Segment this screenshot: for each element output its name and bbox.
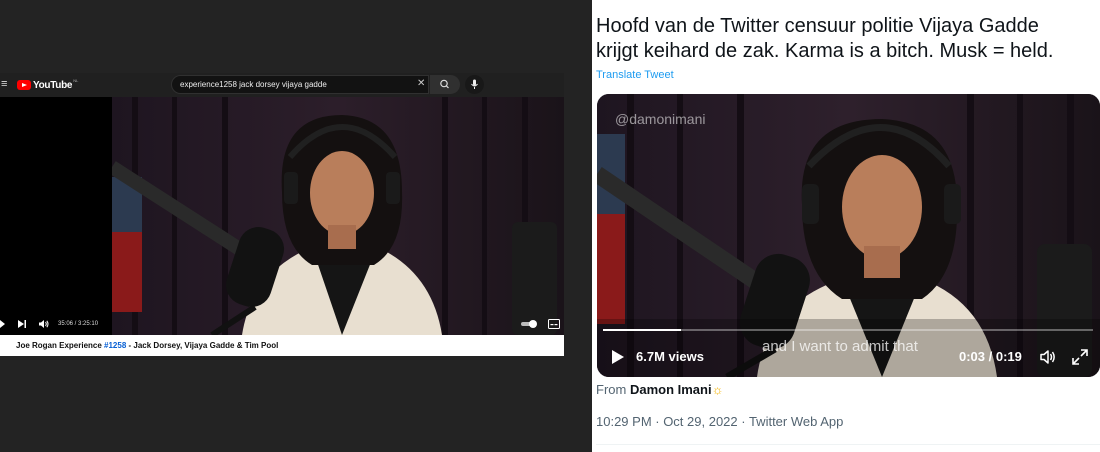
clear-search-icon[interactable]: ✕ bbox=[417, 78, 425, 90]
video-view-count: 6.7M views bbox=[636, 349, 704, 364]
video-title-suffix: - Jack Dorsey, Vijaya Gadde & Tim Pool bbox=[126, 341, 279, 350]
video-frame-image bbox=[597, 94, 1100, 377]
youtube-play-logo-icon bbox=[17, 80, 31, 90]
volume-icon[interactable] bbox=[1039, 348, 1057, 366]
tweet-body: Hoofd van de Twitter censuur politie Vij… bbox=[596, 14, 1096, 64]
youtube-logo-text: YouTube bbox=[33, 79, 73, 91]
youtube-screenshot: ≡ YouTube NL experience1258 jack dorsey … bbox=[0, 0, 592, 452]
hamburger-menu-icon[interactable]: ≡ bbox=[1, 77, 7, 91]
autoplay-toggle-icon[interactable] bbox=[520, 319, 540, 329]
youtube-video-player[interactable] bbox=[0, 97, 564, 335]
search-input[interactable]: experience1258 jack dorsey vijaya gadde bbox=[171, 75, 429, 94]
youtube-header: ≡ YouTube NL experience1258 jack dorsey … bbox=[0, 73, 564, 97]
translate-tweet-link[interactable]: Translate Tweet bbox=[596, 68, 674, 82]
video-frame-image bbox=[112, 97, 564, 335]
video-time-display: 35:06 / 3:25:10 bbox=[58, 321, 99, 327]
tweet-timestamp[interactable]: 10:29 PM · Oct 29, 2022 · Twitter Web Ap… bbox=[596, 414, 843, 430]
video-title-hashtag[interactable]: #1258 bbox=[104, 341, 126, 350]
tweet-video-player[interactable]: @damonimani 6.7M views and I want to adm… bbox=[597, 94, 1100, 377]
search-icon bbox=[440, 79, 449, 89]
tweet-detail: Hoofd van de Twitter censuur politie Vij… bbox=[592, 0, 1100, 452]
play-icon[interactable] bbox=[610, 349, 626, 365]
tweet-text-line: Hoofd van de Twitter censuur politie Vij… bbox=[596, 15, 1039, 37]
video-watermark: @damonimani bbox=[615, 111, 706, 127]
search-query-text: experience1258 jack dorsey vijaya gadde bbox=[180, 80, 327, 89]
youtube-player-controls: 35:06 / 3:25:10 bbox=[0, 316, 564, 332]
youtube-logo[interactable]: YouTube NL bbox=[17, 78, 78, 92]
play-icon[interactable] bbox=[0, 319, 6, 329]
video-title-bar: Joe Rogan Experience #1258 - Jack Dorsey… bbox=[0, 335, 564, 356]
tweet-text-line: krijgt keihard de zak. Karma is a bitch.… bbox=[596, 40, 1054, 62]
sun-emoji-icon: ☼ bbox=[711, 382, 724, 397]
youtube-region-code: NL bbox=[73, 78, 79, 83]
volume-icon[interactable] bbox=[38, 319, 50, 329]
video-title[interactable]: Joe Rogan Experience #1258 - Jack Dorsey… bbox=[16, 340, 278, 351]
next-track-icon[interactable] bbox=[17, 319, 27, 329]
video-progress-bar[interactable] bbox=[603, 329, 1093, 331]
from-prefix: From bbox=[596, 382, 630, 397]
source-account-link[interactable]: Damon Imani bbox=[630, 382, 712, 397]
search-button[interactable] bbox=[430, 75, 460, 94]
microphone-icon bbox=[471, 79, 478, 89]
video-title-prefix: Joe Rogan Experience bbox=[16, 341, 105, 350]
divider bbox=[596, 444, 1100, 445]
voice-search-button[interactable] bbox=[465, 75, 484, 94]
video-time-display: 0:03 / 0:19 bbox=[959, 349, 1022, 364]
subtitles-icon[interactable] bbox=[548, 319, 560, 329]
video-caption: and I want to admit that bbox=[762, 338, 918, 355]
video-source-attribution: From Damon Imani☼ bbox=[596, 382, 724, 398]
fullscreen-icon[interactable] bbox=[1071, 348, 1089, 366]
video-progress-fill bbox=[603, 329, 682, 331]
